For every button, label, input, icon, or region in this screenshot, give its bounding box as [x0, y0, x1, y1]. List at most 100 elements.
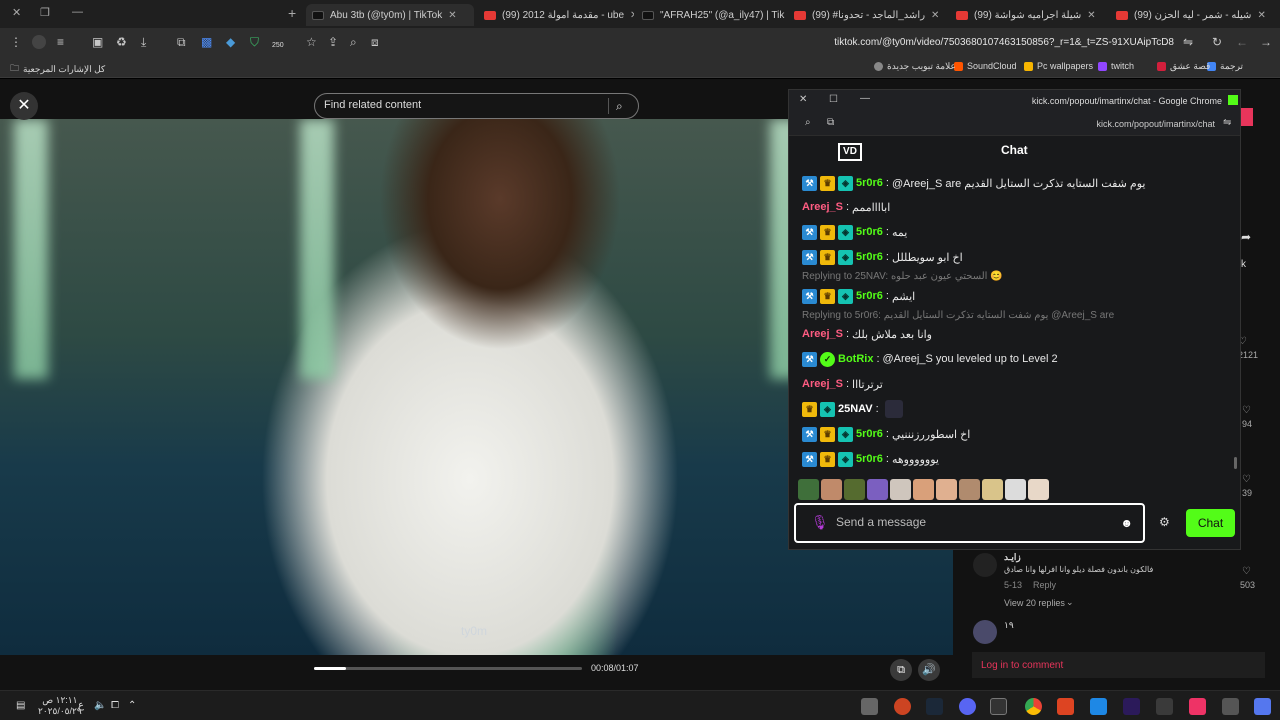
taskbar-app-icon[interactable] [1090, 698, 1107, 715]
browser-tab[interactable]: (99) شيله - شمر - ليه الحزن ✕ [1110, 4, 1280, 26]
profile-avatar[interactable] [32, 35, 46, 49]
gear-icon[interactable]: ⚙ [1159, 515, 1170, 529]
taskbar-app-icon[interactable] [1156, 698, 1173, 715]
share-arrow-icon[interactable]: ➦ [1241, 230, 1251, 244]
emote-button[interactable] [798, 479, 819, 500]
browser-tab[interactable]: (99) #راشد_الماجد - تحدونا ✕ [788, 4, 948, 26]
close-window-icon[interactable]: ✕ [799, 95, 807, 105]
sidepanel-icon[interactable]: ▣ [92, 36, 103, 48]
chat-username[interactable]: 5r0r6 [856, 251, 883, 263]
after-effects-icon[interactable] [1123, 698, 1140, 715]
follow-edge[interactable] [1241, 108, 1253, 126]
chat-input[interactable] [836, 515, 1106, 529]
chat-username[interactable]: 5r0r6 [856, 226, 883, 238]
network-icon[interactable]: ⧠ [111, 700, 119, 711]
chat-username[interactable]: 25NAV [838, 403, 873, 415]
translate-ext-icon[interactable]: ▩ [201, 36, 212, 48]
chat-username[interactable]: Areej_S [802, 378, 843, 390]
search-input[interactable] [324, 99, 604, 111]
bookmark-item[interactable]: علامة تبويب جديدة [874, 61, 956, 72]
emote-button[interactable] [821, 479, 842, 500]
popup-url[interactable]: kick.com/popout/imartinx/chat [1096, 119, 1215, 129]
emote-button[interactable] [867, 479, 888, 500]
chat-username[interactable]: 5r0r6 [856, 428, 883, 440]
comment-author[interactable]: زايـد [1004, 552, 1021, 563]
emote-button[interactable] [913, 479, 934, 500]
steam-icon[interactable] [926, 698, 943, 715]
taskbar-app-icon[interactable] [1222, 698, 1239, 715]
login-to-comment[interactable]: Log in to comment [972, 652, 1265, 678]
chevron-down-icon[interactable]: ⌄ [1066, 597, 1074, 608]
search-box[interactable]: ⌕ [314, 93, 639, 119]
all-bookmarks[interactable]: 🗀 كل الإشارات المرجعية [10, 61, 105, 77]
shield-ext-icon[interactable]: ◆ [226, 36, 235, 48]
zoom-icon[interactable]: ⌕ [805, 118, 811, 128]
new-tab-button[interactable]: + [288, 5, 296, 21]
comment-author[interactable]: ١٩ [1004, 620, 1014, 631]
volume-icon[interactable]: 🔈 [94, 700, 106, 711]
search-icon[interactable]: ⌕ [616, 99, 623, 114]
heart-icon[interactable]: ♡ [1242, 405, 1251, 416]
chat-username[interactable]: BotRix [838, 353, 873, 365]
taskbar-app-icon[interactable] [990, 698, 1007, 715]
browser-tab-active[interactable]: Abu 3tb (@ty0m) | TikTok ✕ [306, 4, 474, 26]
close-tab-icon[interactable]: ✕ [448, 10, 456, 21]
heart-icon[interactable]: ♡ [1242, 474, 1251, 485]
browser-tab[interactable]: (99) شيلة اجراميه شواشة ✕ [950, 4, 1110, 26]
bookmark-item[interactable]: ترجمة [1207, 61, 1243, 72]
reload-icon[interactable]: ↻ [1212, 36, 1222, 48]
emote-button[interactable] [844, 479, 865, 500]
chat-username[interactable]: Areej_S [802, 201, 843, 213]
heart-icon[interactable]: ♡ [1242, 566, 1251, 577]
browser-tab[interactable]: "AFRAH25" (@a_ily47) | Tik ✕ [636, 4, 786, 26]
chat-username[interactable]: Areej_S [802, 328, 843, 340]
chat-username[interactable]: 5r0r6 [856, 177, 883, 189]
url-text[interactable]: tiktok.com/@ty0m/video/75036801074631508… [834, 37, 1174, 48]
zoom-icon[interactable]: ⌕ [350, 36, 357, 48]
emote-button[interactable] [936, 479, 957, 500]
microphone-icon[interactable]: 🎙 [811, 514, 829, 531]
taskbar-app-icon[interactable] [861, 698, 878, 715]
chevron-up-icon[interactable]: ⌃ [128, 700, 136, 711]
emoji-icon[interactable]: ☻ [1120, 516, 1133, 530]
discord-icon[interactable] [959, 698, 976, 715]
clock[interactable]: ١٢:١١ ص ٢٠٢٥/٠٥/٢٩ [38, 695, 82, 717]
avatar[interactable] [973, 553, 997, 577]
scrollbar[interactable] [1234, 457, 1237, 469]
site-settings-icon[interactable]: ⇋ [1183, 36, 1193, 48]
reply-context[interactable]: Replying to 25NAV: السحتي عيون عبد حلوه … [802, 271, 1003, 285]
install-app-icon[interactable]: ⧈ [371, 36, 379, 48]
minimize-window-icon[interactable]: — [72, 6, 83, 18]
taskbar-app-icon[interactable] [894, 698, 911, 715]
chrome-icon[interactable] [1025, 698, 1042, 715]
menu-dots-icon[interactable]: ⋮ [10, 36, 22, 48]
close-tab-icon[interactable]: ✕ [931, 10, 939, 21]
reply-link[interactable]: Reply [1033, 580, 1056, 590]
taskbar-app-icon[interactable] [1057, 698, 1074, 715]
emote-button[interactable] [890, 479, 911, 500]
bookmark-item[interactable]: قصة عشق [1157, 61, 1210, 72]
close-tab-icon[interactable]: ✕ [1087, 10, 1095, 21]
progress-bar[interactable] [314, 667, 582, 670]
restore-window-icon[interactable]: ❐ [40, 6, 50, 19]
pip-button[interactable]: ⧉ [890, 659, 912, 681]
avatar[interactable] [973, 620, 997, 644]
forward-icon[interactable]: ← [1236, 36, 1248, 48]
send-chat-button[interactable]: Chat [1186, 509, 1235, 537]
browser-tab[interactable]: (99) مقدمة امولة 2012 - ube ✕ [478, 4, 634, 26]
language-indicator[interactable]: ع [78, 700, 84, 711]
download-icon[interactable]: ⤓ [141, 36, 146, 48]
extension-icon[interactable]: ♻ [116, 36, 127, 48]
close-window-icon[interactable]: ✕ [12, 6, 21, 19]
chat-composer[interactable]: 🎙 ☻ [794, 503, 1145, 543]
emote-button[interactable] [959, 479, 980, 500]
view-replies-link[interactable]: View 20 replies [1004, 598, 1065, 608]
back-icon[interactable]: → [1260, 36, 1272, 48]
close-tab-icon[interactable]: ✕ [630, 10, 634, 21]
chat-username[interactable]: 5r0r6 [856, 453, 883, 465]
notification-icon[interactable]: ▤ [16, 700, 25, 711]
close-tab-icon[interactable]: ✕ [1257, 10, 1265, 21]
restore-window-icon[interactable]: ☐ [829, 95, 838, 105]
chat-username[interactable]: 5r0r6 [856, 290, 883, 302]
taskbar-app-icon[interactable] [1189, 698, 1206, 715]
